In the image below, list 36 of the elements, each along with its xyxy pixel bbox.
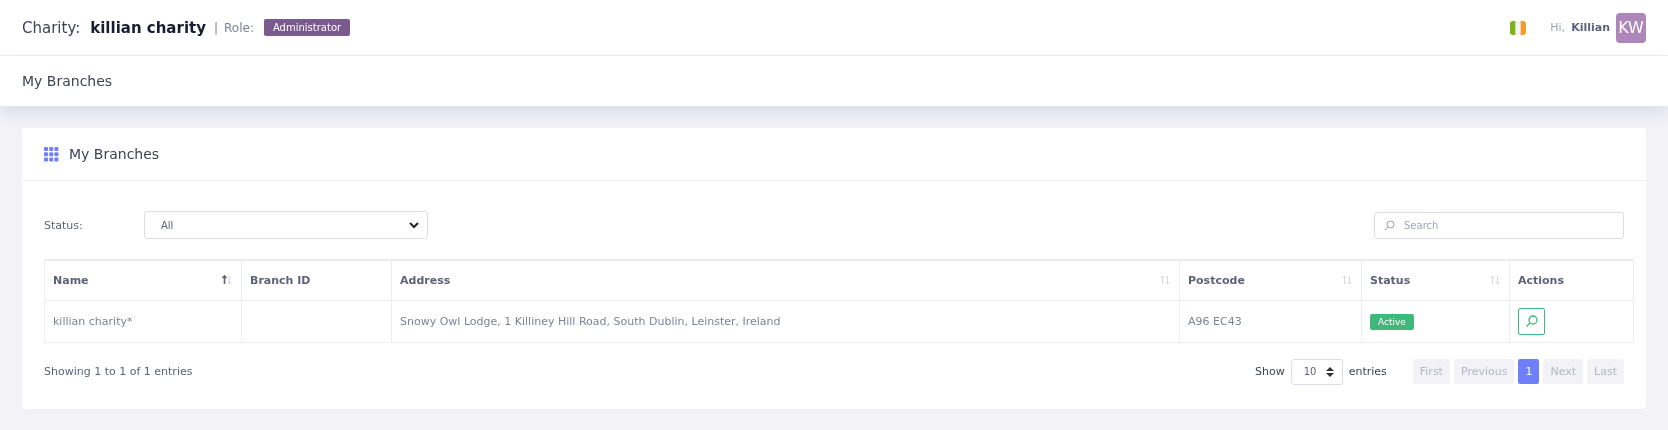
greeting: Hi, bbox=[1550, 21, 1566, 34]
spinner-icon bbox=[1325, 366, 1334, 377]
entries-info: Showing 1 to 1 of 1 entries bbox=[44, 365, 194, 378]
user-name: Killian bbox=[1571, 21, 1610, 34]
role-badge: Administrator bbox=[263, 19, 351, 36]
charity-name: killian charity bbox=[90, 18, 206, 37]
flag-icon[interactable] bbox=[1510, 19, 1527, 36]
column-header[interactable]: Status bbox=[1361, 260, 1510, 300]
column-header[interactable]: Branch ID bbox=[241, 260, 392, 300]
page-title: My Branches bbox=[22, 73, 113, 89]
card-title: My Branches bbox=[69, 146, 160, 162]
column-header[interactable]: Actions bbox=[1509, 260, 1634, 300]
show-label: Show bbox=[1254, 365, 1285, 378]
avatar[interactable]: KW bbox=[1616, 12, 1646, 43]
role-label: Role: bbox=[224, 20, 254, 35]
page-length-select[interactable]: 10 bbox=[1290, 358, 1343, 385]
status-badge: Active bbox=[1370, 313, 1414, 330]
column-header[interactable]: Postcode bbox=[1179, 260, 1362, 300]
table-cell: killian charity* bbox=[44, 300, 242, 342]
column-header[interactable]: Name bbox=[44, 260, 242, 300]
column-header[interactable]: Address bbox=[391, 260, 1180, 300]
status-select[interactable]: All bbox=[144, 211, 428, 239]
grid-icon bbox=[44, 146, 59, 162]
sort-icon[interactable] bbox=[221, 274, 233, 287]
page-button[interactable]: 1 bbox=[1518, 359, 1540, 384]
table-cell: A96 EC43 bbox=[1179, 300, 1362, 342]
table-cell: Snowy Owl Lodge, 1 Killiney Hill Road, South Dublin, Leinster, Ireland bbox=[391, 300, 1180, 342]
search-icon bbox=[1384, 219, 1395, 231]
view-button[interactable] bbox=[1518, 307, 1545, 335]
entries-label: entries bbox=[1348, 365, 1387, 378]
separator: | bbox=[214, 20, 219, 35]
search-icon bbox=[1525, 314, 1538, 328]
status-label: Status: bbox=[44, 218, 84, 232]
charity-label: Charity: bbox=[22, 18, 81, 37]
chevron-down-icon bbox=[409, 221, 419, 229]
search-field[interactable]: Search bbox=[1374, 211, 1624, 239]
